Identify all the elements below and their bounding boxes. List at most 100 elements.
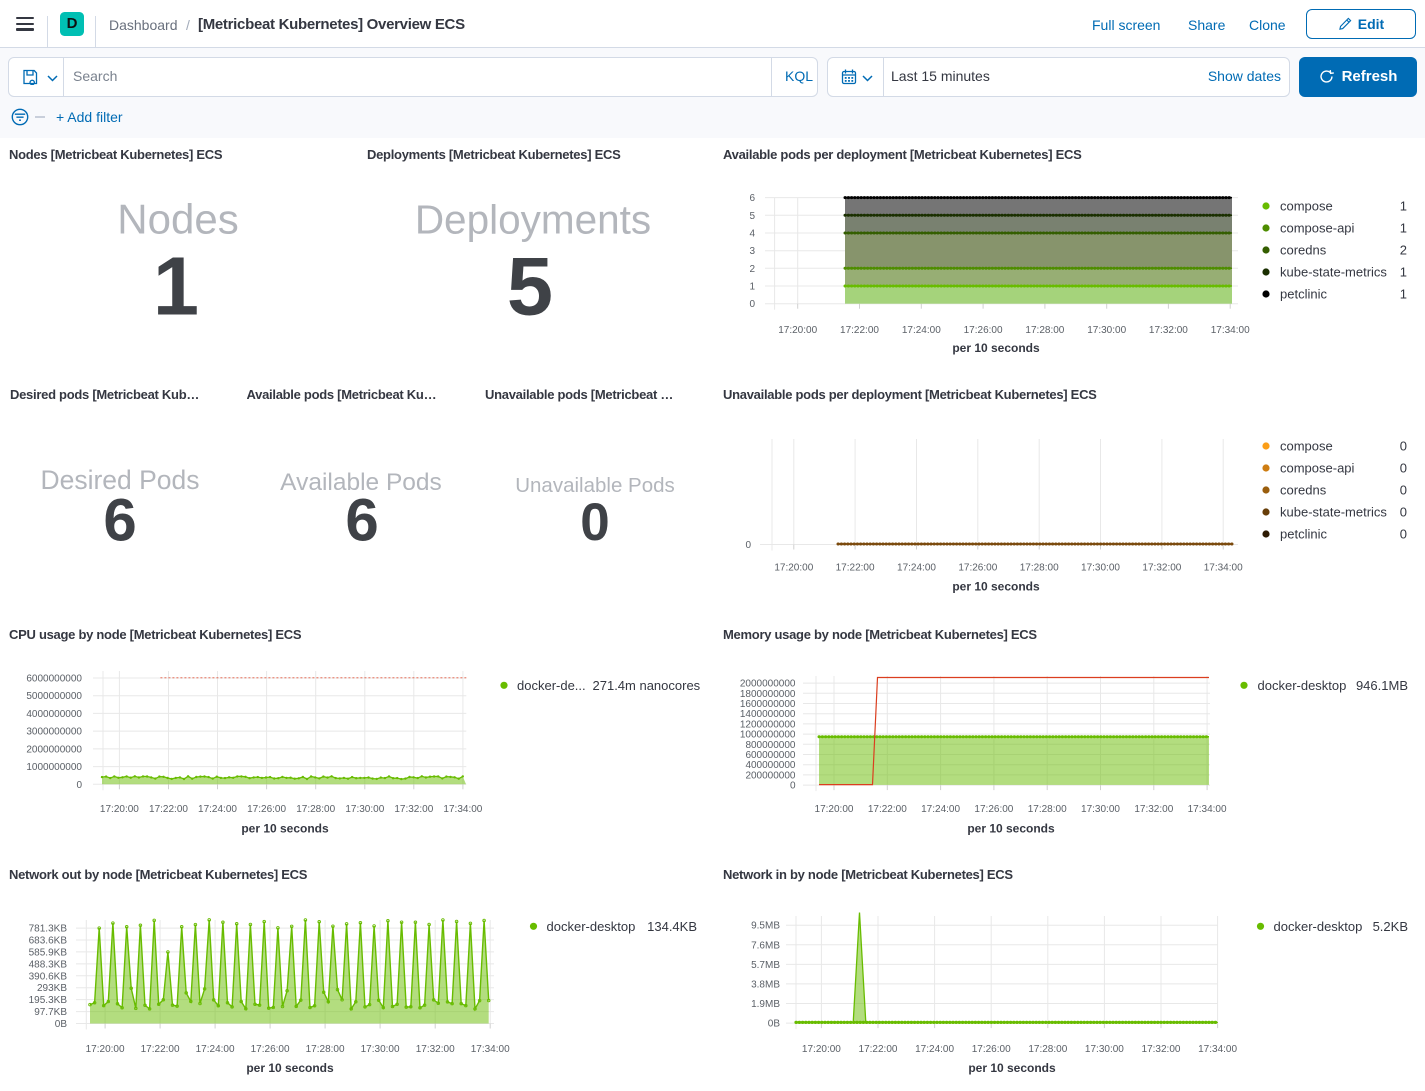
svg-text:17:28:00: 17:28:00 — [1025, 325, 1064, 336]
svg-text:1: 1 — [1400, 199, 1407, 214]
svg-text:6: 6 — [749, 193, 755, 204]
svg-text:0: 0 — [790, 781, 796, 792]
svg-text:per 10 seconds: per 10 seconds — [968, 1061, 1056, 1075]
svg-text:0B: 0B — [768, 1019, 781, 1030]
svg-text:6: 6 — [345, 487, 378, 554]
svg-text:coredns: coredns — [1280, 243, 1327, 258]
svg-text:17:24:00: 17:24:00 — [198, 804, 237, 815]
svg-text:2000000000: 2000000000 — [740, 679, 796, 690]
svg-text:0: 0 — [745, 540, 751, 551]
svg-text:3.8MB: 3.8MB — [751, 979, 780, 990]
svg-text:271.4m nanocores: 271.4m nanocores — [593, 678, 701, 693]
svg-text:3000000000: 3000000000 — [26, 727, 82, 738]
svg-text:Deployments: Deployments — [415, 197, 651, 243]
svg-text:9.5MB: 9.5MB — [751, 921, 780, 932]
svg-text:compose: compose — [1280, 199, 1333, 214]
svg-text:17:32:00: 17:32:00 — [1142, 563, 1181, 574]
svg-text:0: 0 — [1400, 483, 1407, 498]
svg-text:17:28:00: 17:28:00 — [1020, 563, 1059, 574]
svg-text:kube-state-metrics: kube-state-metrics — [1280, 265, 1387, 280]
svg-text:683.6KB: 683.6KB — [29, 936, 68, 947]
svg-text:1800000000: 1800000000 — [740, 689, 796, 700]
svg-text:1: 1 — [1400, 221, 1407, 236]
svg-text:1000000000: 1000000000 — [26, 762, 82, 773]
svg-text:Nodes: Nodes — [117, 196, 238, 243]
svg-text:6000000000: 6000000000 — [26, 674, 82, 685]
svg-text:17:28:00: 17:28:00 — [306, 1044, 345, 1055]
svg-text:17:26:00: 17:26:00 — [958, 563, 997, 574]
svg-text:kube-state-metrics: kube-state-metrics — [1280, 505, 1387, 520]
svg-text:781.3KB: 781.3KB — [29, 924, 68, 935]
svg-text:585.9KB: 585.9KB — [29, 947, 68, 958]
svg-text:2000000000: 2000000000 — [26, 744, 82, 755]
svg-text:1600000000: 1600000000 — [740, 699, 796, 710]
svg-text:per 10 seconds: per 10 seconds — [246, 1061, 334, 1075]
svg-text:17:22:00: 17:22:00 — [141, 1044, 180, 1055]
svg-text:per 10 seconds: per 10 seconds — [241, 821, 329, 835]
svg-text:4: 4 — [749, 229, 755, 240]
svg-text:17:24:00: 17:24:00 — [915, 1044, 954, 1055]
svg-text:17:20:00: 17:20:00 — [86, 1044, 125, 1055]
svg-text:3: 3 — [749, 246, 755, 257]
svg-text:17:34:00: 17:34:00 — [1204, 563, 1243, 574]
svg-text:488.3KB: 488.3KB — [29, 959, 68, 970]
svg-text:1: 1 — [749, 282, 755, 293]
svg-text:17:34:00: 17:34:00 — [1188, 804, 1227, 815]
svg-text:1: 1 — [153, 240, 199, 333]
svg-text:compose: compose — [1280, 439, 1333, 454]
svg-text:17:30:00: 17:30:00 — [1085, 1044, 1124, 1055]
svg-text:17:26:00: 17:26:00 — [247, 804, 286, 815]
svg-text:946.1MB: 946.1MB — [1356, 678, 1408, 693]
svg-text:0B: 0B — [55, 1019, 68, 1030]
svg-text:1000000000: 1000000000 — [740, 730, 796, 741]
svg-text:2: 2 — [749, 264, 755, 275]
svg-text:17:26:00: 17:26:00 — [972, 1044, 1011, 1055]
svg-text:17:22:00: 17:22:00 — [859, 1044, 898, 1055]
svg-text:1: 1 — [1400, 265, 1407, 280]
svg-text:200000000: 200000000 — [745, 770, 795, 781]
svg-text:17:22:00: 17:22:00 — [840, 325, 879, 336]
svg-text:17:32:00: 17:32:00 — [1142, 1044, 1181, 1055]
svg-text:petclinic: petclinic — [1280, 287, 1327, 302]
svg-text:17:28:00: 17:28:00 — [296, 804, 335, 815]
svg-text:per 10 seconds: per 10 seconds — [952, 341, 1040, 355]
svg-text:17:32:00: 17:32:00 — [1134, 804, 1173, 815]
svg-text:docker-desktop: docker-desktop — [547, 919, 636, 934]
svg-text:1400000000: 1400000000 — [740, 709, 796, 720]
svg-text:per 10 seconds: per 10 seconds — [967, 821, 1055, 835]
svg-text:17:24:00: 17:24:00 — [897, 563, 936, 574]
svg-text:1200000000: 1200000000 — [740, 719, 796, 730]
svg-text:17:34:00: 17:34:00 — [471, 1044, 510, 1055]
svg-text:17:32:00: 17:32:00 — [394, 804, 433, 815]
svg-text:5: 5 — [749, 211, 755, 222]
svg-text:17:20:00: 17:20:00 — [802, 1044, 841, 1055]
svg-text:17:20:00: 17:20:00 — [774, 563, 813, 574]
svg-text:390.6KB: 390.6KB — [29, 971, 68, 982]
svg-text:5: 5 — [507, 240, 553, 333]
svg-text:134.4KB: 134.4KB — [647, 919, 697, 934]
svg-text:1.9MB: 1.9MB — [751, 999, 780, 1010]
svg-text:2: 2 — [1400, 243, 1407, 258]
svg-text:17:34:00: 17:34:00 — [1211, 325, 1250, 336]
svg-text:1: 1 — [1400, 287, 1407, 302]
svg-text:17:28:00: 17:28:00 — [1028, 1044, 1067, 1055]
svg-text:17:34:00: 17:34:00 — [1198, 1044, 1237, 1055]
svg-text:17:32:00: 17:32:00 — [416, 1044, 455, 1055]
svg-text:0: 0 — [1400, 505, 1407, 520]
svg-text:5.7MB: 5.7MB — [751, 960, 780, 971]
svg-text:5000000000: 5000000000 — [26, 691, 82, 702]
svg-text:petclinic: petclinic — [1280, 527, 1327, 542]
svg-text:17:20:00: 17:20:00 — [815, 804, 854, 815]
svg-text:400000000: 400000000 — [745, 760, 795, 771]
svg-text:compose-api: compose-api — [1280, 461, 1355, 476]
svg-text:docker-desktop: docker-desktop — [1274, 919, 1363, 934]
svg-text:17:26:00: 17:26:00 — [964, 325, 1003, 336]
svg-text:17:30:00: 17:30:00 — [1087, 325, 1126, 336]
svg-text:17:22:00: 17:22:00 — [836, 563, 875, 574]
svg-text:compose-api: compose-api — [1280, 221, 1355, 236]
svg-text:0: 0 — [749, 299, 755, 310]
svg-text:7.6MB: 7.6MB — [751, 940, 780, 951]
svg-text:docker-de...: docker-de... — [517, 678, 586, 693]
svg-text:17:20:00: 17:20:00 — [778, 325, 817, 336]
svg-text:0: 0 — [76, 780, 82, 791]
